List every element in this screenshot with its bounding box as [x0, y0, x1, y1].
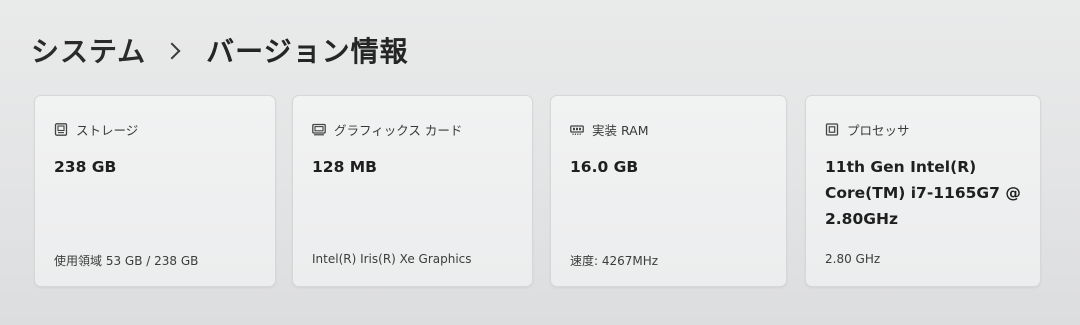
processor-card-speed: 2.80 GHz [825, 252, 881, 266]
graphics-card-card[interactable]: グラフィックス カード 128 MB Intel(R) Iris(R) Xe G… [292, 95, 533, 287]
chevron-right-icon [163, 42, 181, 60]
graphics-card-model: Intel(R) Iris(R) Xe Graphics [312, 252, 472, 266]
processor-card[interactable]: プロセッサ 11th Gen Intel(R) Core(TM) i7-1165… [805, 95, 1041, 287]
page-title: バージョン情報 [206, 35, 409, 68]
storage-card-title: ストレージ [76, 123, 139, 138]
storage-card[interactable]: ストレージ 238 GB 使用領域 53 GB / 238 GB [34, 95, 276, 287]
graphics-card-icon [312, 123, 326, 136]
breadcrumb-system-link[interactable]: システム [31, 30, 146, 70]
graphics-card-value: 128 MB [312, 158, 377, 176]
storage-card-value: 238 GB [54, 158, 117, 176]
storage-icon [54, 123, 68, 136]
ram-icon [570, 123, 584, 136]
processor-card-title: プロセッサ [847, 123, 910, 138]
ram-card-title: 実装 RAM [592, 123, 649, 138]
processor-card-value: 11th Gen Intel(R) Core(TM) i7-1165G7 @ 2… [825, 158, 1021, 228]
storage-card-usage: 使用領域 53 GB / 238 GB [54, 254, 199, 268]
ram-card-speed: 速度: 4267MHz [570, 254, 659, 268]
breadcrumb: システム バージョン情報 [31, 30, 409, 70]
processor-card-header: プロセッサ [825, 120, 910, 139]
ram-card[interactable]: 実装 RAM 16.0 GB 速度: 4267MHz [550, 95, 787, 287]
graphics-card-header: グラフィックス カード [312, 120, 462, 139]
ram-card-header: 実装 RAM [570, 120, 649, 139]
graphics-card-title: グラフィックス カード [334, 123, 463, 138]
spec-cards: ストレージ 238 GB 使用領域 53 GB / 238 GB グラフィックス… [34, 95, 1041, 287]
ram-card-value: 16.0 GB [570, 158, 639, 176]
processor-icon [825, 123, 839, 136]
storage-card-header: ストレージ [54, 120, 138, 139]
